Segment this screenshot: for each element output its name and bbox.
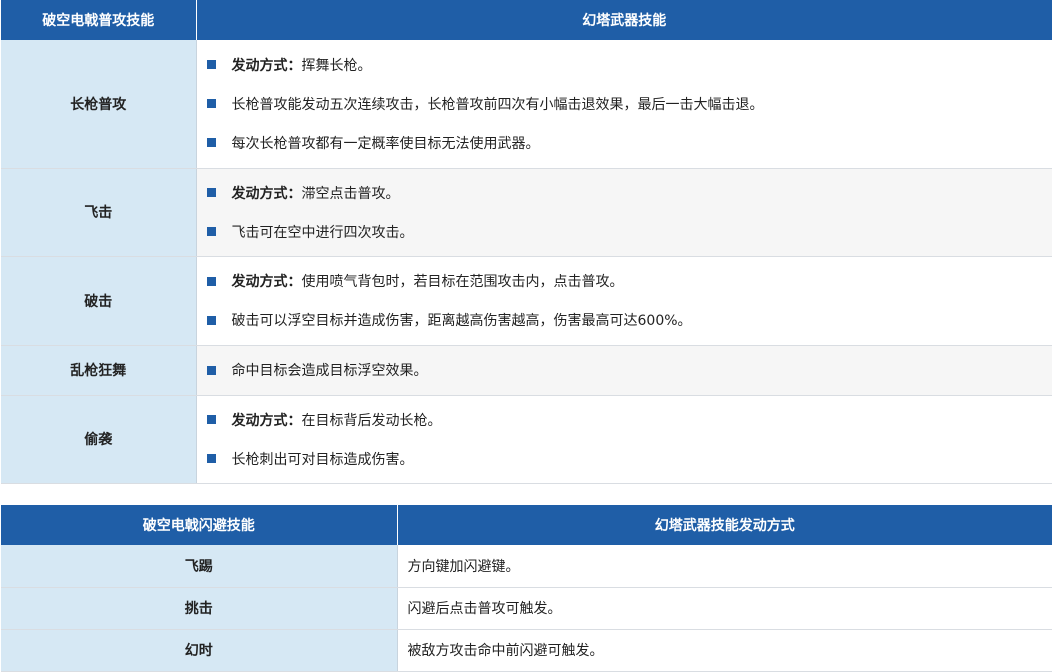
- bullet-icon: [206, 315, 216, 325]
- description-text: 每次长枪普攻都有一定概率使目标无法使用武器。: [231, 135, 540, 152]
- table-row: 乱枪狂舞 命中目标会造成目标浮空效果。: [1, 345, 1052, 396]
- skill-name: 幻时: [1, 629, 398, 672]
- header-weapon-attack-skill: 破空电戟普攻技能: [1, 0, 197, 40]
- list-item: 发动方式： 滞空点击普攻。: [206, 173, 1052, 212]
- description-text: 滞空点击普攻。: [301, 185, 400, 202]
- table-row: 幻时 被敌方攻击命中前闪避可触发。: [1, 629, 1052, 672]
- skill-name: 破击: [1, 256, 197, 346]
- skill-description: 发动方式： 滞空点击普攻。 飞击可在空中进行四次攻击。: [196, 168, 1052, 257]
- header-tower-weapon-skill: 幻塔武器技能: [196, 0, 1052, 40]
- skill-description: 发动方式： 在目标背后发动长枪。 长枪刺出可对目标造成伤害。: [196, 395, 1052, 484]
- description-text: 命中目标会造成目标浮空效果。: [231, 363, 428, 379]
- bullet-icon: [206, 138, 216, 148]
- table-row: 长枪普攻 发动方式： 挥舞长枪。 长枪普攻能发动五次连续攻击，长枪普攻前四次有小幅…: [1, 40, 1052, 169]
- skill-name: 飞击: [1, 168, 197, 257]
- list-item: 长枪刺出可对目标造成伤害。: [206, 439, 1052, 478]
- description-text: 长枪刺出可对目标造成伤害。: [231, 451, 414, 468]
- list-item: 破击可以浮空目标并造成伤害，距离越高伤害越高，伤害最高可达600%。: [206, 301, 1052, 340]
- table-header-row: 破空电戟闪避技能 幻塔武器技能发动方式: [1, 505, 1052, 545]
- dodge-skills-table: 破空电戟闪避技能 幻塔武器技能发动方式 飞踢 方向键加闪避键。 挑击 闪避后点击…: [1, 505, 1052, 672]
- keyword-label: 发动方式：: [231, 185, 302, 202]
- bullet-icon: [206, 365, 216, 375]
- description-text: 在目标背后发动长枪。: [301, 412, 442, 429]
- keyword-label: 发动方式：: [231, 274, 302, 290]
- trigger-description: 闪避后点击普攻可触发。: [397, 587, 1052, 630]
- skill-name: 偷袭: [1, 395, 197, 484]
- description-text: 挥舞长枪。: [301, 57, 372, 74]
- header-weapon-dodge-skill: 破空电戟闪避技能: [1, 505, 398, 545]
- list-item: 飞击可在空中进行四次攻击。: [206, 212, 1052, 251]
- list-item: 发动方式： 挥舞长枪。: [206, 45, 1052, 84]
- list-item: 发动方式： 使用喷气背包时，若目标在范围攻击内，点击普攻。: [206, 262, 1052, 301]
- bullet-icon: [206, 60, 216, 70]
- attack-skills-table: 破空电戟普攻技能 幻塔武器技能 长枪普攻 发动方式： 挥舞长枪。 长枪普攻能发动五…: [1, 0, 1052, 484]
- trigger-description: 被敌方攻击命中前闪避可触发。: [397, 629, 1052, 672]
- table-header-row: 破空电戟普攻技能 幻塔武器技能: [1, 0, 1052, 40]
- description-text: 破击可以浮空目标并造成伤害，距离越高伤害越高，伤害最高可达600%。: [231, 313, 692, 329]
- bullet-icon: [206, 227, 216, 236]
- skill-description: 发动方式： 挥舞长枪。 长枪普攻能发动五次连续攻击，长枪普攻前四次有小幅击退效果，…: [196, 40, 1052, 169]
- bullet-icon: [206, 276, 216, 286]
- bullet-icon: [206, 188, 216, 197]
- table-row: 偷袭 发动方式： 在目标背后发动长枪。 长枪刺出可对目标造成伤害。: [1, 395, 1052, 484]
- table-row: 飞踢 方向键加闪避键。: [1, 545, 1052, 588]
- skill-name: 长枪普攻: [1, 40, 197, 169]
- skill-description: 命中目标会造成目标浮空效果。: [196, 345, 1052, 396]
- skill-description: 发动方式： 使用喷气背包时，若目标在范围攻击内，点击普攻。 破击可以浮空目标并造成…: [196, 256, 1052, 346]
- bullet-icon: [206, 99, 216, 109]
- description-text: 使用喷气背包时，若目标在范围攻击内，点击普攻。: [301, 274, 624, 290]
- skill-name: 飞踢: [1, 545, 398, 588]
- description-text: 长枪普攻能发动五次连续攻击，长枪普攻前四次有小幅击退效果，最后一击大幅击退。: [231, 96, 764, 113]
- skill-name: 乱枪狂舞: [1, 345, 197, 396]
- list-item: 命中目标会造成目标浮空效果。: [206, 351, 1052, 390]
- list-item: 长枪普攻能发动五次连续攻击，长枪普攻前四次有小幅击退效果，最后一击大幅击退。: [206, 84, 1052, 123]
- table-row: 破击 发动方式： 使用喷气背包时，若目标在范围攻击内，点击普攻。 破击可以浮空目标…: [1, 256, 1052, 346]
- bullet-icon: [206, 415, 216, 424]
- bullet-icon: [206, 454, 216, 463]
- description-text: 飞击可在空中进行四次攻击。: [231, 224, 414, 241]
- keyword-label: 发动方式：: [231, 412, 302, 429]
- header-tower-skill-trigger: 幻塔武器技能发动方式: [397, 505, 1052, 545]
- list-item: 发动方式： 在目标背后发动长枪。: [206, 400, 1052, 439]
- trigger-description: 方向键加闪避键。: [397, 545, 1052, 588]
- skill-name: 挑击: [1, 587, 398, 630]
- table-row: 飞击 发动方式： 滞空点击普攻。 飞击可在空中进行四次攻击。: [1, 168, 1052, 257]
- list-item: 每次长枪普攻都有一定概率使目标无法使用武器。: [206, 123, 1052, 162]
- table-row: 挑击 闪避后点击普攻可触发。: [1, 587, 1052, 630]
- keyword-label: 发动方式：: [231, 57, 302, 74]
